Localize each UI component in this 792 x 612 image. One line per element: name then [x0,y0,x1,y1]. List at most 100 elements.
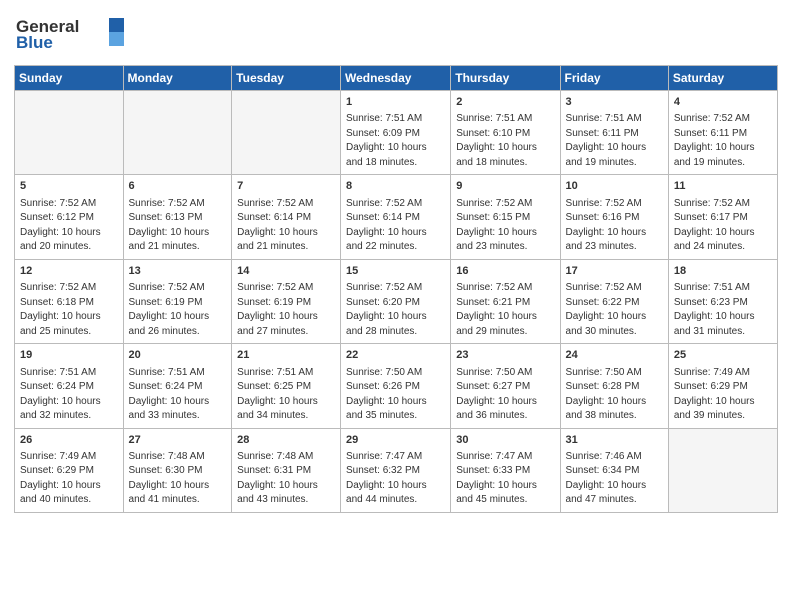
day-number: 1 [346,95,445,110]
day-number: 30 [456,433,554,448]
day-info: Sunrise: 7:52 AM Sunset: 6:21 PM Dayligh… [456,281,554,339]
calendar-day: 7 Sunrise: 7:52 AM Sunset: 6:14 PM Daylig… [232,175,341,259]
calendar-day: 27Sunrise: 7:48 AM Sunset: 6:30 PM Dayli… [123,428,232,512]
day-number: 5 [20,179,118,194]
day-info: Sunrise: 7:52 AM Sunset: 6:14 PM Dayligh… [346,197,445,255]
day-number: 6 [129,179,227,194]
calendar-day: 5 Sunrise: 7:52 AM Sunset: 6:12 PM Daylig… [15,175,124,259]
calendar-day: 19 Sunrise: 7:51 AM Sunset: 6:24 PM Dayli… [15,344,124,428]
calendar-day [232,91,341,175]
weekday-header-thursday: Thursday [451,66,560,91]
day-number: 14 [237,264,335,279]
day-number: 9 [456,179,554,194]
day-info: Sunrise: 7:52 AM Sunset: 6:14 PM Dayligh… [237,197,335,255]
day-info: Sunrise: 7:52 AM Sunset: 6:19 PM Dayligh… [129,281,227,339]
calendar-day: 24 Sunrise: 7:50 AM Sunset: 6:28 PM Dayli… [560,344,668,428]
day-info: Sunrise: 7:48 AM Sunset: 6:30 PM Dayligh… [129,450,227,508]
day-number: 2 [456,95,554,110]
calendar-day: 30 Sunrise: 7:47 AM Sunset: 6:33 PM Dayli… [451,428,560,512]
calendar-day: 15 Sunrise: 7:52 AM Sunset: 6:20 PM Dayli… [341,259,451,343]
day-number: 24 [566,348,663,363]
day-info: Sunrise: 7:51 AM Sunset: 6:24 PM Dayligh… [129,366,227,424]
day-info: Sunrise: 7:52 AM Sunset: 6:16 PM Dayligh… [566,197,663,255]
day-info: Sunrise: 7:51 AM Sunset: 6:23 PM Dayligh… [674,281,772,339]
weekday-header-monday: Monday [123,66,232,91]
calendar-day [15,91,124,175]
calendar-day: 17Sunrise: 7:52 AM Sunset: 6:22 PM Dayli… [560,259,668,343]
day-info: Sunrise: 7:51 AM Sunset: 6:09 PM Dayligh… [346,112,445,170]
day-number: 8 [346,179,445,194]
day-number: 20 [129,348,227,363]
day-number: 21 [237,348,335,363]
day-number: 18 [674,264,772,279]
day-number: 28 [237,433,335,448]
day-info: Sunrise: 7:50 AM Sunset: 6:26 PM Dayligh… [346,366,445,424]
calendar-day: 10Sunrise: 7:52 AM Sunset: 6:16 PM Dayli… [560,175,668,259]
calendar-day: 11 Sunrise: 7:52 AM Sunset: 6:17 PM Dayli… [668,175,777,259]
calendar-week-2: 5 Sunrise: 7:52 AM Sunset: 6:12 PM Daylig… [15,175,778,259]
day-info: Sunrise: 7:52 AM Sunset: 6:11 PM Dayligh… [674,112,772,170]
day-number: 16 [456,264,554,279]
day-number: 19 [20,348,118,363]
calendar-day: 4 Sunrise: 7:52 AM Sunset: 6:11 PM Daylig… [668,91,777,175]
day-info: Sunrise: 7:52 AM Sunset: 6:12 PM Dayligh… [20,197,118,255]
day-number: 13 [129,264,227,279]
header: General Blue [14,10,778,59]
day-info: Sunrise: 7:47 AM Sunset: 6:33 PM Dayligh… [456,450,554,508]
day-info: Sunrise: 7:48 AM Sunset: 6:31 PM Dayligh… [237,450,335,508]
calendar-week-5: 26Sunrise: 7:49 AM Sunset: 6:29 PM Dayli… [15,428,778,512]
day-number: 26 [20,433,118,448]
calendar-day: 18 Sunrise: 7:51 AM Sunset: 6:23 PM Dayli… [668,259,777,343]
day-number: 17 [566,264,663,279]
day-info: Sunrise: 7:52 AM Sunset: 6:20 PM Dayligh… [346,281,445,339]
weekday-header-friday: Friday [560,66,668,91]
calendar-day: 16 Sunrise: 7:52 AM Sunset: 6:21 PM Dayli… [451,259,560,343]
day-number: 4 [674,95,772,110]
calendar-day: 23 Sunrise: 7:50 AM Sunset: 6:27 PM Dayli… [451,344,560,428]
weekday-header-tuesday: Tuesday [232,66,341,91]
page-container: General Blue SundayMondayTuesdayWednesda… [0,0,792,523]
day-number: 15 [346,264,445,279]
calendar-day [123,91,232,175]
calendar-day: 21Sunrise: 7:51 AM Sunset: 6:25 PM Dayli… [232,344,341,428]
calendar-day: 26Sunrise: 7:49 AM Sunset: 6:29 PM Dayli… [15,428,124,512]
calendar-day: 22 Sunrise: 7:50 AM Sunset: 6:26 PM Dayli… [341,344,451,428]
weekday-header-sunday: Sunday [15,66,124,91]
day-info: Sunrise: 7:51 AM Sunset: 6:24 PM Dayligh… [20,366,118,424]
calendar-day: 13 Sunrise: 7:52 AM Sunset: 6:19 PM Dayli… [123,259,232,343]
calendar-week-1: 1 Sunrise: 7:51 AM Sunset: 6:09 PM Daylig… [15,91,778,175]
day-number: 29 [346,433,445,448]
weekday-header-saturday: Saturday [668,66,777,91]
day-number: 12 [20,264,118,279]
calendar-day: 2 Sunrise: 7:51 AM Sunset: 6:10 PM Daylig… [451,91,560,175]
calendar-day: 6 Sunrise: 7:52 AM Sunset: 6:13 PM Daylig… [123,175,232,259]
calendar-day: 12 Sunrise: 7:52 AM Sunset: 6:18 PM Dayli… [15,259,124,343]
day-info: Sunrise: 7:52 AM Sunset: 6:13 PM Dayligh… [129,197,227,255]
calendar-table: SundayMondayTuesdayWednesdayThursdayFrid… [14,65,778,513]
calendar-day: 29Sunrise: 7:47 AM Sunset: 6:32 PM Dayli… [341,428,451,512]
weekday-header-wednesday: Wednesday [341,66,451,91]
day-number: 23 [456,348,554,363]
calendar-day: 9Sunrise: 7:52 AM Sunset: 6:15 PM Daylig… [451,175,560,259]
day-info: Sunrise: 7:50 AM Sunset: 6:27 PM Dayligh… [456,366,554,424]
calendar-day [668,428,777,512]
calendar-day: 25 Sunrise: 7:49 AM Sunset: 6:29 PM Dayli… [668,344,777,428]
day-info: Sunrise: 7:46 AM Sunset: 6:34 PM Dayligh… [566,450,663,508]
day-number: 22 [346,348,445,363]
calendar-week-3: 12 Sunrise: 7:52 AM Sunset: 6:18 PM Dayli… [15,259,778,343]
calendar-day: 8 Sunrise: 7:52 AM Sunset: 6:14 PM Daylig… [341,175,451,259]
day-info: Sunrise: 7:52 AM Sunset: 6:17 PM Dayligh… [674,197,772,255]
day-info: Sunrise: 7:52 AM Sunset: 6:19 PM Dayligh… [237,281,335,339]
day-info: Sunrise: 7:50 AM Sunset: 6:28 PM Dayligh… [566,366,663,424]
day-info: Sunrise: 7:49 AM Sunset: 6:29 PM Dayligh… [674,366,772,424]
day-number: 11 [674,179,772,194]
day-number: 3 [566,95,663,110]
logo: General Blue [14,10,124,59]
calendar-day: 20 Sunrise: 7:51 AM Sunset: 6:24 PM Dayli… [123,344,232,428]
weekday-header-row: SundayMondayTuesdayWednesdayThursdayFrid… [15,66,778,91]
day-number: 25 [674,348,772,363]
day-number: 7 [237,179,335,194]
calendar-day: 31Sunrise: 7:46 AM Sunset: 6:34 PM Dayli… [560,428,668,512]
day-info: Sunrise: 7:51 AM Sunset: 6:10 PM Dayligh… [456,112,554,170]
day-info: Sunrise: 7:52 AM Sunset: 6:18 PM Dayligh… [20,281,118,339]
